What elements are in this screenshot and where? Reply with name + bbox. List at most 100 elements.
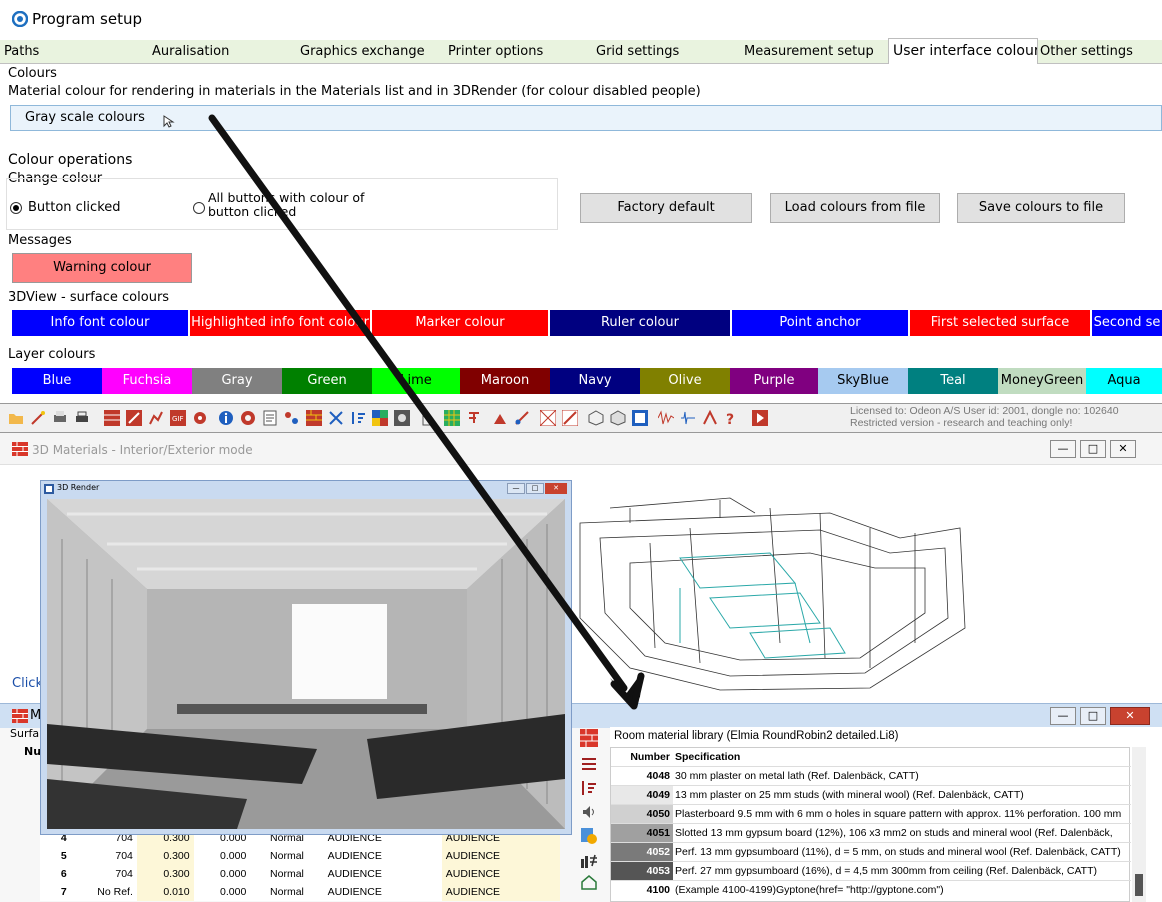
decay-icon[interactable]	[422, 410, 438, 426]
surface-btn-second-selected[interactable]: Second se	[1092, 310, 1162, 336]
gif-icon[interactable]: GIF	[170, 410, 186, 426]
wall-icon[interactable]	[306, 410, 322, 426]
cube-view-icon[interactable]	[610, 410, 626, 426]
not-equal-icon[interactable]	[580, 851, 598, 869]
cube-icon[interactable]	[588, 410, 604, 426]
layer-btn-fuchsia[interactable]: Fuchsia	[102, 368, 192, 394]
impulse-response-icon[interactable]	[680, 410, 696, 426]
layer-btn-skyblue[interactable]: SkyBlue	[818, 368, 908, 394]
layer-btn-moneygreen[interactable]: MoneyGreen	[998, 368, 1086, 394]
library-row[interactable]: 4051 Slotted 13 mm gypsum board (12%), 10…	[611, 823, 1131, 842]
radio-button-clicked[interactable]	[10, 202, 22, 214]
list-close-button[interactable]: ✕	[1110, 707, 1150, 725]
tools-icon[interactable]	[328, 410, 344, 426]
tab-paths[interactable]: Paths	[0, 40, 150, 64]
tab-printer-options[interactable]: Printer options	[444, 40, 594, 64]
layer-btn-maroon[interactable]: Maroon	[460, 368, 550, 394]
tab-measurement-setup[interactable]: Measurement setup	[740, 40, 890, 64]
help-icon[interactable]: ?	[724, 410, 740, 426]
list-tool-icon[interactable]	[580, 755, 598, 773]
render-close-button[interactable]: ✕	[545, 483, 567, 494]
grid-map-icon[interactable]	[540, 410, 556, 426]
surface-row[interactable]: 5 704 0.300 0.000 Normal AUDIENCE AUDIENCE	[40, 847, 560, 865]
info-icon[interactable]	[218, 410, 234, 426]
close-button[interactable]: ✕	[1110, 440, 1136, 458]
source-icon[interactable]	[492, 410, 508, 426]
factory-default-button[interactable]: Factory default	[580, 193, 752, 223]
layer-btn-teal[interactable]: Teal	[908, 368, 998, 394]
library-row[interactable]: 4100 (Example 4100-4199)Gyptone(href= "ht…	[611, 880, 1131, 899]
layer-btn-blue[interactable]: Blue	[12, 368, 102, 394]
number-col-header: Nu	[24, 745, 42, 758]
render-minimize-button[interactable]: —	[507, 483, 525, 494]
surface-btn-highlighted-info[interactable]: Highlighted info font colour	[190, 310, 370, 336]
tab-other-settings[interactable]: Other settings	[1036, 40, 1162, 64]
messages-heading: Messages	[8, 233, 72, 248]
render-maximize-button[interactable]: □	[526, 483, 544, 494]
colour-grid-icon[interactable]	[444, 410, 460, 426]
surface-row[interactable]: 6 704 0.300 0.000 Normal AUDIENCE AUDIENCE	[40, 865, 560, 883]
colour-mode-dropdown[interactable]: Gray scale colours	[10, 105, 1162, 131]
warning-colour-button[interactable]: Warning colour	[12, 253, 192, 283]
receiver-icon[interactable]	[514, 410, 530, 426]
surface-cell-l1: AUDIENCE	[327, 886, 382, 898]
radio-all-buttons-label-1: All buttons with colour of	[208, 190, 365, 205]
list-minimize-button[interactable]: —	[1050, 707, 1076, 725]
print-preview-icon[interactable]	[52, 410, 68, 426]
materials-edit-icon[interactable]	[126, 410, 142, 426]
open-folder-icon[interactable]	[8, 410, 24, 426]
grid-response-icon[interactable]	[562, 410, 578, 426]
library-scroll-thumb[interactable]	[1135, 874, 1143, 896]
layer-btn-gray[interactable]: Gray	[192, 368, 282, 394]
brick-tool-icon[interactable]	[580, 729, 598, 747]
surface-btn-marker[interactable]: Marker colour	[372, 310, 548, 336]
house-icon[interactable]	[580, 873, 598, 891]
layer-btn-lime[interactable]: Lime	[372, 368, 460, 394]
layer-btn-aqua[interactable]: Aqua	[1086, 368, 1162, 394]
waveform-icon[interactable]	[658, 410, 674, 426]
tab-user-interface-colours[interactable]: User interface colours	[888, 38, 1038, 64]
compare-icon[interactable]	[702, 410, 718, 426]
save-colours-button[interactable]: Save colours to file	[957, 193, 1125, 223]
wand-icon[interactable]	[30, 410, 46, 426]
sort-tool-icon[interactable]	[580, 779, 598, 797]
library-row[interactable]: 4053 Perf. 27 mm gypsumboard (16%), d = 4…	[611, 861, 1131, 880]
settings-icon[interactable]	[192, 410, 208, 426]
surface-btn-first-selected[interactable]: First selected surface	[910, 310, 1090, 336]
tab-grid-settings[interactable]: Grid settings	[592, 40, 742, 64]
parameters-icon[interactable]	[466, 410, 482, 426]
surface-row[interactable]: 7 No Ref. 0.010 0.000 Normal AUDIENCE AUDIENCE	[40, 883, 560, 901]
grid-icon[interactable]	[372, 410, 388, 426]
library-row[interactable]: 4050 Plasterboard 9.5 mm with 6 mm o hole…	[611, 804, 1131, 823]
load-colours-button[interactable]: Load colours from file	[770, 193, 940, 223]
materials-icon[interactable]	[104, 410, 120, 426]
surface-btn-ruler[interactable]: Ruler colour	[550, 310, 730, 336]
list-maximize-button[interactable]: □	[1080, 707, 1106, 725]
maximize-button[interactable]: □	[1080, 440, 1106, 458]
layer-btn-olive[interactable]: Olive	[640, 368, 730, 394]
surface-btn-point-anchor[interactable]: Point anchor	[732, 310, 908, 336]
tab-graphics-exchange[interactable]: Graphics exchange	[296, 40, 446, 64]
library-row[interactable]: 4052 Perf. 13 mm gypsumboard (11%), d = 5…	[611, 842, 1131, 861]
notes-icon[interactable]	[262, 410, 278, 426]
library-row[interactable]: 4049 13 mm plaster on 25 mm studs (with m…	[611, 785, 1131, 804]
layer-btn-navy[interactable]: Navy	[550, 368, 640, 394]
radio-all-buttons[interactable]	[193, 202, 205, 214]
chart-icon[interactable]	[148, 410, 164, 426]
layer-btn-purple[interactable]: Purple	[730, 368, 818, 394]
library-row[interactable]: 4048 30 mm plaster on metal lath (Ref. Da…	[611, 766, 1131, 785]
printer-icon[interactable]	[74, 410, 90, 426]
points-icon[interactable]	[284, 410, 300, 426]
minimize-button[interactable]: —	[1050, 440, 1076, 458]
globe-icon[interactable]	[240, 410, 256, 426]
clock-tool-icon[interactable]	[580, 827, 598, 845]
sort-icon[interactable]	[350, 410, 366, 426]
library-scrollbar[interactable]	[1132, 747, 1146, 902]
render-icon[interactable]	[394, 410, 410, 426]
layer-btn-green[interactable]: Green	[282, 368, 372, 394]
tab-auralisation[interactable]: Auralisation	[148, 40, 298, 64]
sound-tool-icon[interactable]	[580, 803, 598, 821]
play-icon[interactable]	[752, 410, 768, 426]
job-list-icon[interactable]	[632, 410, 648, 426]
surface-btn-info-font[interactable]: Info font colour	[12, 310, 188, 336]
